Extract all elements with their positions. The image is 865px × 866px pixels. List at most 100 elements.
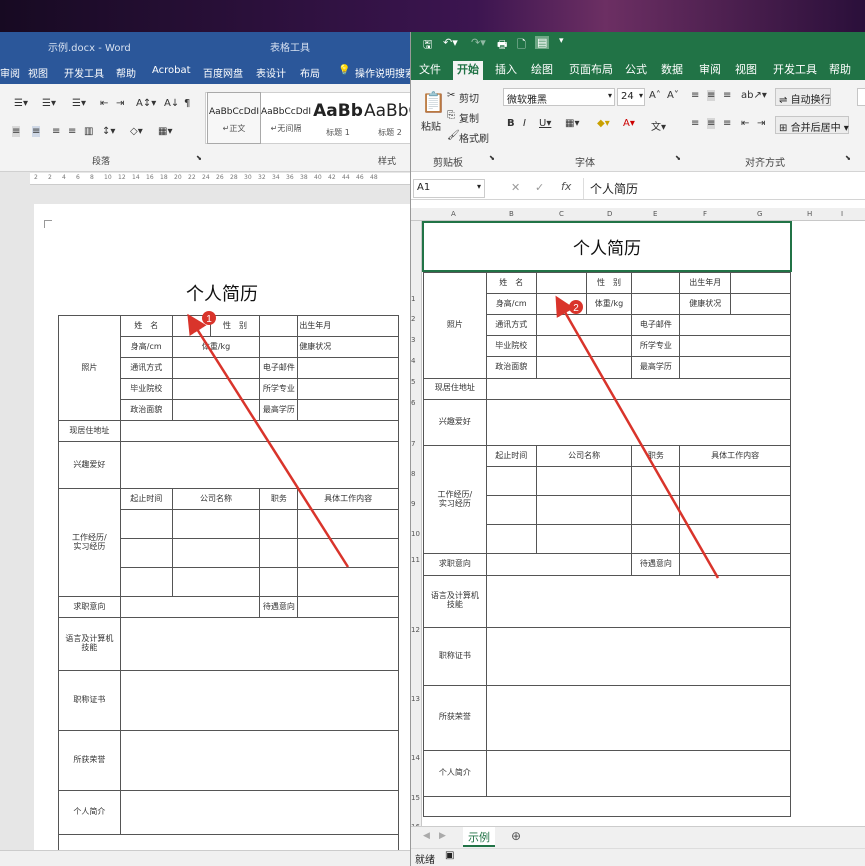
column-header[interactable]: E xyxy=(653,210,657,218)
align-middle-icon[interactable]: ≡ xyxy=(707,90,716,101)
resume-sheet-table[interactable]: 照片姓 名 性 别 出生年月 身高/cm 体重/kg 健康状况 通讯方式 电子邮件 毕业院… xyxy=(423,271,792,818)
cell-label[interactable]: 工作经历/ 实习经历 xyxy=(423,444,487,555)
style-heading-1[interactable]: AaBb 标题 1 xyxy=(312,93,364,143)
row-header[interactable]: 5 xyxy=(411,378,415,386)
row-header[interactable]: 12 xyxy=(411,626,420,634)
style-heading-2[interactable]: AaBbC 标题 2 xyxy=(364,93,410,143)
horizontal-ruler[interactable]: 2 2 4 6 8 10 12 14 16 18 20 22 24 26 28 30 32 34 36 38 40 42 4… xyxy=(30,173,410,185)
tab-table-design[interactable]: 表设计 xyxy=(256,65,286,80)
column-header[interactable]: H xyxy=(807,210,812,218)
preview-icon[interactable]: 🗋 xyxy=(517,36,526,55)
sheet-tab-example[interactable]: 示例 xyxy=(463,827,495,847)
paste-icon[interactable]: 📋 xyxy=(421,90,446,114)
clipboard-launcher-icon[interactable]: ⬊ xyxy=(489,154,495,162)
cell-label[interactable]: 通讯方式 xyxy=(485,314,537,337)
cell-label[interactable]: 现居住地址 xyxy=(423,377,487,400)
cell-label[interactable]: 工作经历/ 实习经历 xyxy=(58,488,121,597)
cell-label[interactable]: 政治面貌 xyxy=(119,399,173,421)
row-header[interactable]: 14 xyxy=(411,754,420,762)
align-bottom-icon[interactable]: ≡ xyxy=(723,90,731,101)
cell-label[interactable]: 出生年月 xyxy=(679,271,732,295)
cell-label[interactable]: 通讯方式 xyxy=(119,357,173,379)
cell-label[interactable]: 毕业院校 xyxy=(119,378,173,400)
row-header[interactable]: 4 xyxy=(411,357,415,365)
tab-layout[interactable]: 布局 xyxy=(300,65,320,80)
format-painter-icon[interactable]: 🖌 xyxy=(447,130,460,141)
cell-label[interactable]: 待遇意向 xyxy=(259,596,299,618)
cell-label[interactable]: 待遇意向 xyxy=(631,553,681,576)
customize-qat-icon[interactable]: ▾ xyxy=(559,36,564,46)
borders-icon[interactable]: ▦▾ xyxy=(158,126,172,137)
phonetic-icon[interactable]: 文▾ xyxy=(651,118,666,133)
tab-developer[interactable]: 开发工具 xyxy=(773,61,817,77)
tab-review[interactable]: 审阅 xyxy=(699,61,721,77)
cell-label[interactable]: 最高学历 xyxy=(259,399,299,421)
align-top-icon[interactable]: ≡ xyxy=(691,90,699,101)
format-painter-label[interactable]: 格式刷 xyxy=(459,130,489,145)
resume-table[interactable]: 照片姓 名 性 别 出生年月 身高/cm 体重/kg 健康状况 通讯方式 电子邮件 毕业院… xyxy=(58,315,400,853)
row-header[interactable]: 15 xyxy=(411,794,420,802)
font-size-dropdown[interactable]: 24 ▾ xyxy=(617,88,645,106)
style-normal[interactable]: AaBbCcDdI ↵正文 xyxy=(207,92,261,144)
scroll-right-icon[interactable]: ▶ xyxy=(439,831,446,841)
decrease-indent-icon[interactable]: ⇤ xyxy=(100,98,108,109)
borders-icon[interactable]: ▦▾ xyxy=(565,118,579,129)
row-header[interactable]: 10 xyxy=(411,530,420,538)
sort-icon[interactable]: A↓ xyxy=(164,98,179,109)
tab-file[interactable]: 文件 xyxy=(419,61,441,77)
column-header[interactable]: A xyxy=(451,210,456,218)
cell-label[interactable]: 电子邮件 xyxy=(631,314,681,337)
decrease-font-icon[interactable]: A˅ xyxy=(667,90,679,101)
italic-icon[interactable]: I xyxy=(523,118,526,129)
numbering-icon[interactable]: ☰▾ xyxy=(42,98,56,109)
increase-indent-icon[interactable]: ⇥ xyxy=(116,98,124,109)
row-header[interactable]: 13 xyxy=(411,695,420,703)
show-marks-icon[interactable]: ¶ xyxy=(184,98,190,109)
row-header[interactable]: 8 xyxy=(411,470,415,478)
tab-acrobat[interactable]: Acrobat xyxy=(152,65,191,76)
row-header[interactable]: 1 xyxy=(411,295,415,303)
tab-view[interactable]: 视图 xyxy=(28,65,48,80)
cell-label[interactable]: 语言及计算机 技能 xyxy=(423,574,487,628)
redo-icon[interactable]: ↷▾ xyxy=(471,36,486,49)
column-header[interactable]: D xyxy=(607,210,612,218)
cell-header[interactable]: 起止时间 xyxy=(119,488,173,510)
cut-label[interactable]: 剪切 xyxy=(459,90,479,105)
cell-header[interactable]: 职务 xyxy=(259,488,299,510)
column-header[interactable]: B xyxy=(509,210,514,218)
form-icon[interactable]: ▤ xyxy=(535,36,550,49)
row-header[interactable]: 11 xyxy=(411,556,420,564)
number-format-dropdown[interactable] xyxy=(857,88,865,106)
chinese-layout-icon[interactable]: A↕▾ xyxy=(136,98,156,109)
multilevel-list-icon[interactable]: ☰▾ xyxy=(72,98,86,109)
line-spacing-icon[interactable]: ↕▾ xyxy=(102,126,115,137)
insert-function-icon[interactable]: fx xyxy=(561,180,571,193)
cell-header[interactable]: 职务 xyxy=(631,444,681,468)
column-header[interactable]: I xyxy=(841,210,843,218)
cell-header[interactable]: 具体工作内容 xyxy=(679,444,791,468)
cell-label[interactable]: 所获荣誉 xyxy=(423,685,487,751)
cell-a1-title[interactable]: 个人简历 xyxy=(422,221,792,272)
tab-insert[interactable]: 插入 xyxy=(495,61,517,77)
column-header[interactable]: C xyxy=(559,210,564,218)
align-center-icon[interactable]: ≡ xyxy=(32,126,41,137)
save-icon[interactable]: 🖫 xyxy=(423,36,432,55)
cell-label[interactable]: 健康状况 xyxy=(297,336,399,358)
cell-label[interactable]: 性 别 xyxy=(209,315,261,337)
cell-label[interactable]: 个人简介 xyxy=(58,790,121,835)
column-headers[interactable]: A B C D E F G H I xyxy=(411,208,865,221)
copy-icon[interactable]: ⎘ xyxy=(447,110,455,121)
row-header[interactable]: 6 xyxy=(411,399,415,407)
tab-help[interactable]: 帮助 xyxy=(116,65,136,80)
font-color-icon[interactable]: A▾ xyxy=(623,118,635,129)
tab-review[interactable]: 审阅 xyxy=(0,65,20,80)
cut-icon[interactable]: ✂ xyxy=(447,90,455,101)
tab-home[interactable]: 开始 xyxy=(453,61,483,80)
column-header[interactable]: F xyxy=(703,210,707,218)
cell-header[interactable]: 起止时间 xyxy=(485,444,537,468)
cell-label[interactable]: 姓 名 xyxy=(119,315,173,337)
cell-label[interactable]: 姓 名 xyxy=(485,271,537,295)
cell-label[interactable]: 语言及计算机 技能 xyxy=(58,617,121,671)
cell-label[interactable]: 兴趣爱好 xyxy=(58,441,121,489)
row-header[interactable]: 2 xyxy=(411,315,415,323)
